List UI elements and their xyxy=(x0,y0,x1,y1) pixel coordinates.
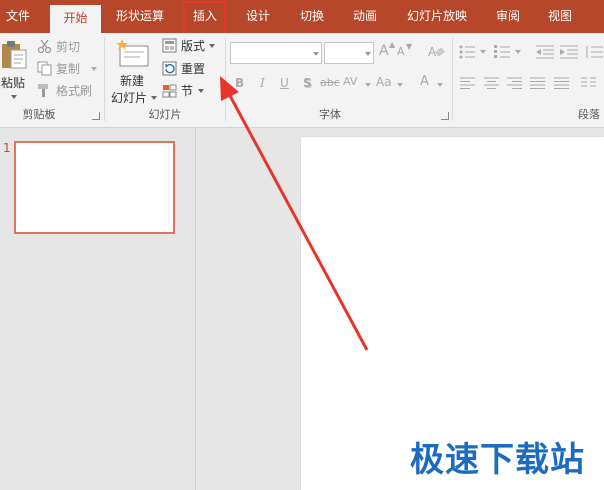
strikethrough-button[interactable]: abc xyxy=(320,76,340,89)
tab-insert[interactable]: 插入 xyxy=(185,0,225,33)
copy-dropdown-icon xyxy=(91,67,97,71)
reset-button[interactable]: 重置 xyxy=(162,60,212,78)
new-slide-button[interactable]: 新建 幻灯片 xyxy=(108,37,158,105)
ribbon: 粘贴 剪切 复制 格式刷 剪贴板 新建 幻灯片 版式 重置 节 幻灯片 A ▲ … xyxy=(0,33,604,128)
tab-file[interactable]: 文件 xyxy=(0,0,36,33)
format-painter-icon xyxy=(38,84,48,97)
italic-button[interactable]: I xyxy=(260,76,265,90)
tab-review[interactable]: 审阅 xyxy=(488,0,528,33)
font-color-dropdown-icon xyxy=(437,83,443,87)
section-icon xyxy=(162,84,177,98)
font-color-button[interactable]: A xyxy=(418,73,446,93)
slide-number: 1 xyxy=(3,141,11,155)
copy-button[interactable]: 复制 xyxy=(37,60,99,78)
layout-icon xyxy=(162,38,177,53)
paste-icon xyxy=(2,41,27,69)
slide-thumbnail-pane: 1 xyxy=(0,128,196,490)
section-dropdown-icon xyxy=(198,89,204,93)
underline-button[interactable]: U xyxy=(280,76,289,90)
group-divider xyxy=(104,37,105,121)
cut-label: 剪切 xyxy=(56,40,81,54)
layout-dropdown-icon xyxy=(209,44,215,48)
paragraph-group-label: 段落 xyxy=(578,108,600,121)
format-painter-button[interactable]: 格式刷 xyxy=(37,82,97,100)
case-label: Aa xyxy=(376,75,392,89)
spacing-dropdown-icon xyxy=(365,83,371,87)
line-spacing-icon[interactable] xyxy=(585,45,603,59)
tab-view[interactable]: 视图 xyxy=(540,0,580,33)
spacing-label: AV xyxy=(343,75,358,88)
font-size-dropdown-icon xyxy=(365,52,371,56)
change-case-button[interactable]: Aa xyxy=(376,73,404,93)
watermark-logo: 极速下载站 xyxy=(410,440,585,480)
decrease-font-caret: ▼ xyxy=(406,42,413,51)
new-slide-icon xyxy=(116,39,149,67)
clear-formatting-button[interactable]: A xyxy=(428,44,446,62)
align-right-icon[interactable] xyxy=(507,77,522,89)
font-group-label: 字体 xyxy=(319,108,341,121)
decrease-font-icon: A xyxy=(397,45,405,58)
copy-icon xyxy=(37,61,52,76)
paste-dropdown-icon xyxy=(11,95,17,99)
font-color-label: A xyxy=(420,74,429,89)
numbering-icon[interactable] xyxy=(494,45,524,59)
increase-font-caret: ▲ xyxy=(389,40,396,49)
shadow-button[interactable]: S xyxy=(303,76,312,90)
tab-animations[interactable]: 动画 xyxy=(345,0,385,33)
tab-slideshow[interactable]: 幻灯片放映 xyxy=(400,0,474,33)
increase-indent-icon[interactable] xyxy=(560,45,578,59)
font-launcher-icon[interactable] xyxy=(441,112,449,120)
justify-icon[interactable] xyxy=(530,77,545,89)
eraser-icon: A xyxy=(428,45,445,59)
increase-font-icon: A xyxy=(379,43,389,59)
increase-font-size-button[interactable]: A ▲ xyxy=(379,40,396,61)
columns-icon[interactable] xyxy=(581,77,596,89)
distributed-icon[interactable] xyxy=(554,77,569,89)
section-label: 节 xyxy=(181,84,194,98)
ribbon-tab-bar: 文件 开始 形状运算 插入 设计 切换 动画 幻灯片放映 审阅 视图 xyxy=(0,0,604,33)
reset-label: 重置 xyxy=(181,62,206,76)
paste-button[interactable]: 粘贴 xyxy=(0,37,30,103)
slides-group-label: 幻灯片 xyxy=(148,108,182,121)
format-painter-label: 格式刷 xyxy=(56,84,93,98)
reset-icon xyxy=(162,61,177,76)
new-slide-label-line2: 幻灯片 xyxy=(111,91,148,105)
decrease-indent-icon[interactable] xyxy=(536,45,554,59)
layout-button[interactable]: 版式 xyxy=(162,37,218,55)
section-button[interactable]: 节 xyxy=(162,82,212,100)
bullets-icon[interactable] xyxy=(459,45,489,59)
font-family-dropdown-icon xyxy=(313,52,319,56)
group-divider xyxy=(225,37,226,121)
cut-button[interactable]: 剪切 xyxy=(37,38,87,56)
copy-label: 复制 xyxy=(56,62,81,76)
tab-design[interactable]: 设计 xyxy=(238,0,278,33)
tab-home[interactable]: 开始 xyxy=(50,5,101,33)
paste-label: 粘贴 xyxy=(1,76,26,90)
font-size-combobox[interactable] xyxy=(324,42,374,64)
slide-thumbnail[interactable] xyxy=(14,141,175,234)
clipboard-group-label: 剪贴板 xyxy=(22,108,56,121)
clipboard-launcher-icon[interactable] xyxy=(92,112,100,120)
layout-label: 版式 xyxy=(181,39,206,53)
bold-button[interactable]: B xyxy=(235,76,244,90)
font-family-combobox[interactable] xyxy=(230,42,322,64)
tab-shape-ops[interactable]: 形状运算 xyxy=(107,0,173,33)
group-divider xyxy=(452,37,453,121)
decrease-font-size-button[interactable]: A ▼ xyxy=(397,42,413,61)
tab-transitions[interactable]: 切换 xyxy=(292,0,332,33)
align-center-icon[interactable] xyxy=(484,77,499,89)
new-slide-dropdown-icon xyxy=(151,96,157,100)
new-slide-label-line1: 新建 xyxy=(120,74,145,88)
character-spacing-button[interactable]: AV xyxy=(343,73,371,93)
case-dropdown-icon xyxy=(397,83,403,87)
scissors-icon xyxy=(37,39,52,54)
align-left-icon[interactable] xyxy=(460,77,475,89)
